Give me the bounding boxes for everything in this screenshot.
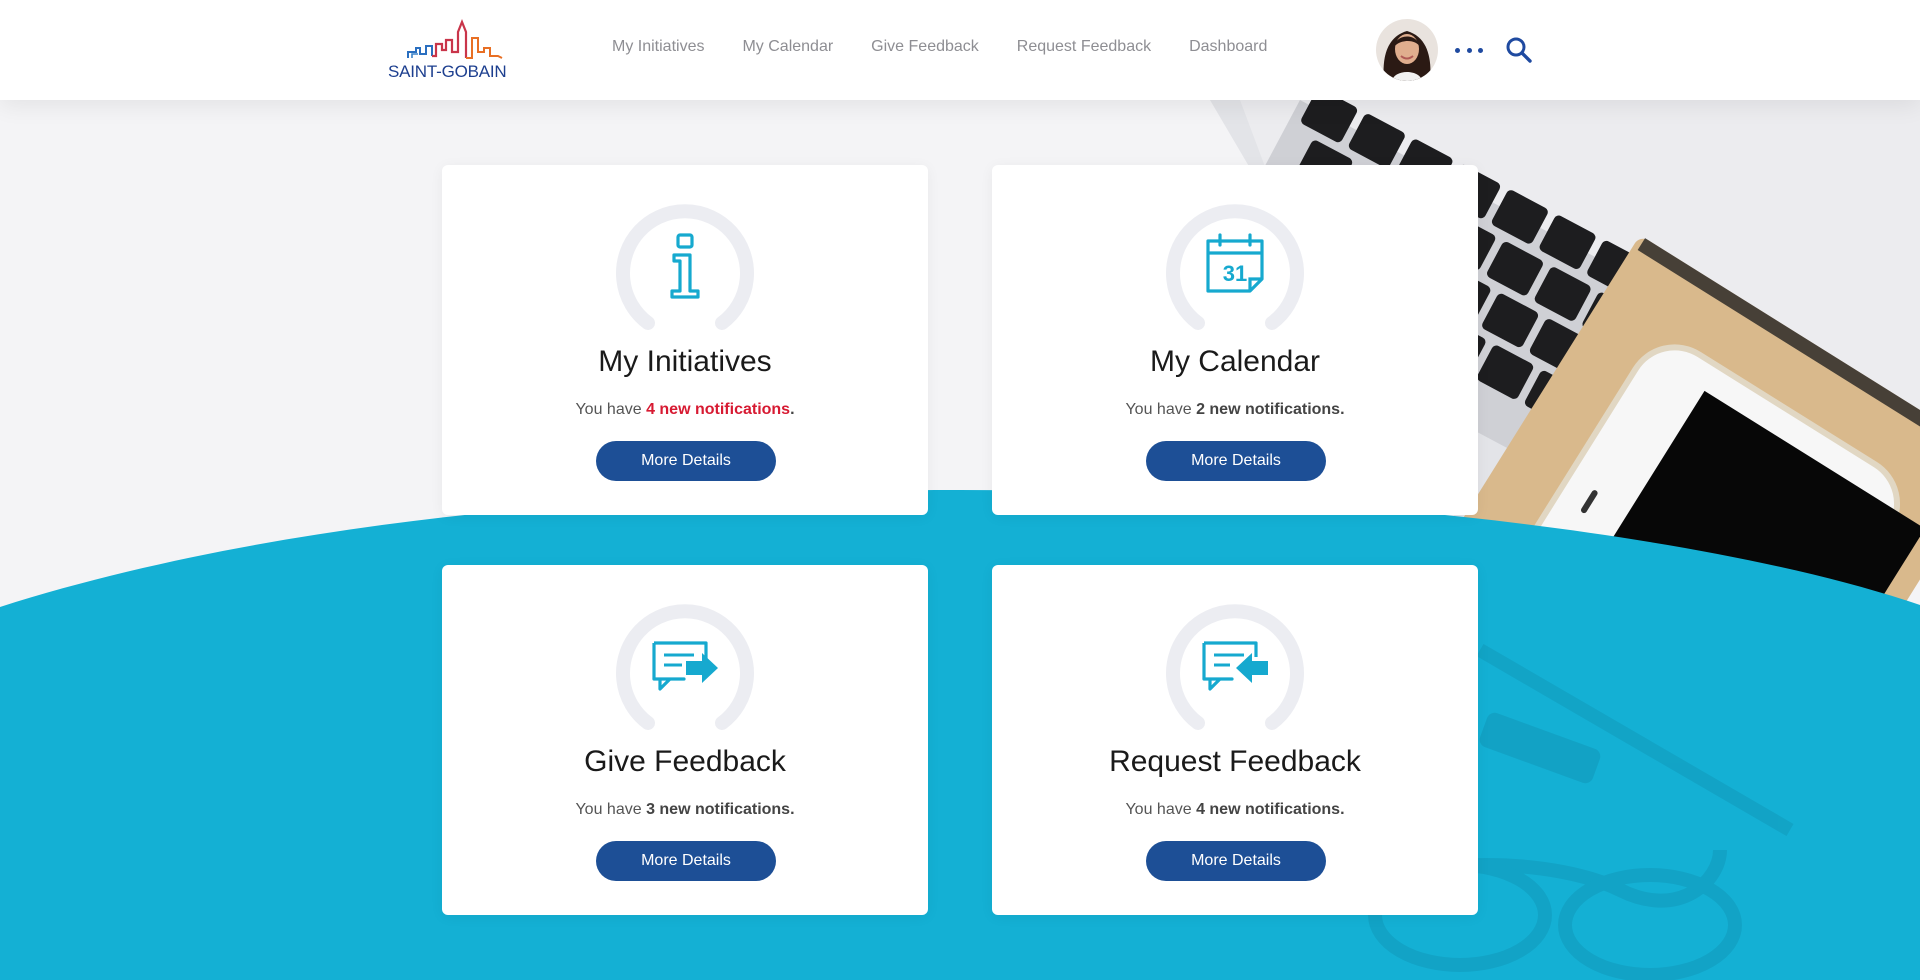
more-details-button[interactable]: More Details (596, 441, 776, 481)
calendar-icon: 31 (1166, 204, 1304, 330)
nav-my-calendar[interactable]: My Calendar (742, 38, 833, 56)
nav-dashboard[interactable]: Dashboard (1189, 38, 1267, 56)
top-header: SAINT-GOBAIN My Initiatives My Calendar … (0, 0, 1920, 100)
notification-text: You have 4 new notifications. (992, 801, 1478, 819)
notification-count: 4 new notifications (646, 401, 791, 418)
nav-request-feedback[interactable]: Request Feedback (1017, 38, 1151, 56)
notification-prefix: You have (1125, 801, 1197, 818)
dot (1455, 47, 1460, 53)
logo-wordmark: SAINT-GOBAIN (388, 62, 507, 81)
card-title: Give Feedback (584, 745, 786, 778)
dot (1466, 47, 1472, 53)
city-skyline-logo-icon (407, 19, 503, 59)
notification-suffix: . (790, 401, 795, 418)
notification-count: 3 new notifications. (646, 801, 795, 818)
card-my-calendar: 31 My Calendar You have 2 new notificati… (992, 165, 1478, 515)
card-my-initiatives: My Initiatives You have 4 new notificati… (442, 165, 928, 515)
more-details-button[interactable]: More Details (596, 841, 776, 881)
card-title: My Initiatives (598, 345, 772, 378)
more-dots-icon[interactable] (1455, 38, 1483, 62)
card-title: My Calendar (1149, 345, 1321, 378)
notification-text: You have 4 new notifications. (442, 401, 928, 419)
notification-count: 4 new notifications. (1196, 801, 1345, 818)
notification-count: 2 new notifications. (1196, 401, 1345, 418)
dot (1478, 47, 1483, 53)
more-details-button[interactable]: More Details (1146, 841, 1326, 881)
user-avatar[interactable] (1376, 19, 1438, 81)
nav-give-feedback[interactable]: Give Feedback (871, 38, 979, 56)
card-give-feedback: Give Feedback You have 3 new notificatio… (442, 565, 928, 915)
page-background (0, 0, 1920, 980)
search-icon[interactable] (1505, 36, 1533, 64)
more-details-button[interactable]: More Details (1146, 441, 1326, 481)
notification-text: You have 3 new notifications. (442, 801, 928, 819)
request-feedback-icon (1166, 604, 1304, 730)
card-title: Request Feedback (1109, 745, 1361, 778)
notification-prefix: You have (575, 401, 647, 418)
info-icon (616, 204, 754, 330)
give-feedback-icon (616, 604, 754, 730)
cyan-wave-background (0, 490, 1920, 980)
notification-prefix: You have (1125, 401, 1197, 418)
main-nav: My Initiatives My Calendar Give Feedback… (612, 38, 1305, 56)
notification-prefix: You have (575, 801, 647, 818)
card-request-feedback: Request Feedback You have 4 new notifica… (992, 565, 1478, 915)
avatar-photo (1376, 19, 1438, 81)
notification-text: You have 2 new notifications. (992, 401, 1478, 419)
saint-gobain-logo[interactable]: SAINT-GOBAIN (388, 18, 530, 82)
calendar-day: 31 (1223, 261, 1247, 286)
nav-my-initiatives[interactable]: My Initiatives (612, 38, 704, 56)
